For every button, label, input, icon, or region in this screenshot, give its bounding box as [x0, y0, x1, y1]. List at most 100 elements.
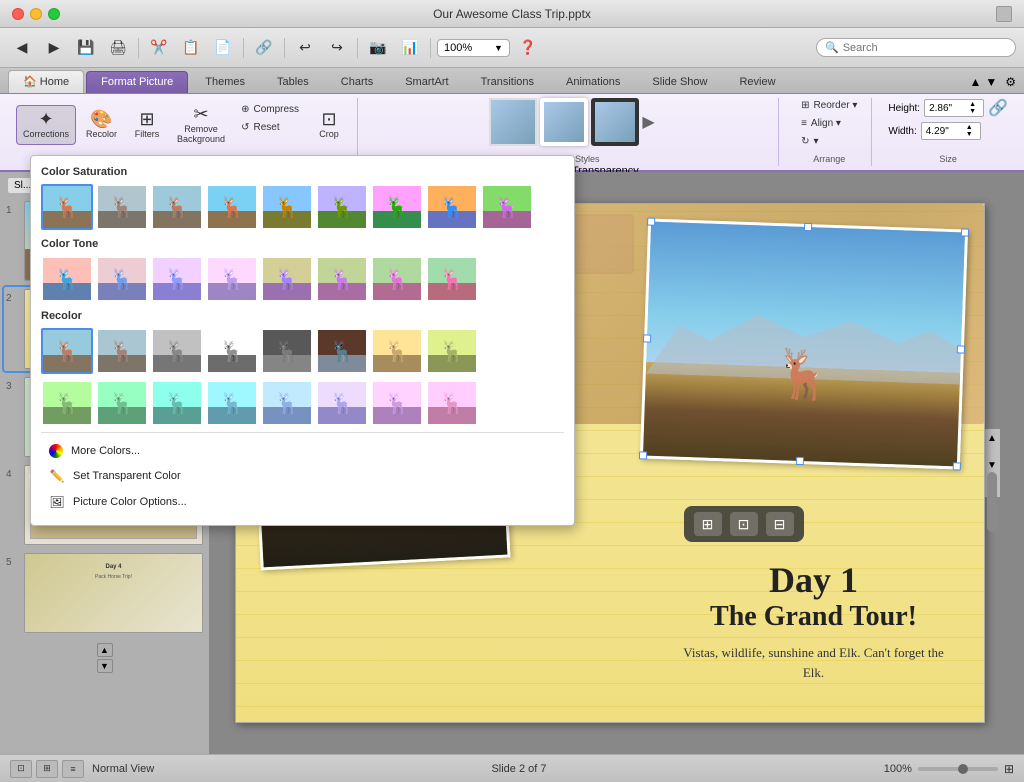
zoom-slider[interactable] [918, 767, 998, 771]
rotate-button[interactable]: ↻ ▾ [795, 134, 863, 149]
toolbar-btn-chart[interactable]: 📊 [396, 34, 424, 62]
tone-swatch-2[interactable]: 🦌 [96, 256, 148, 302]
handle-tm[interactable] [803, 223, 811, 231]
tab-tables[interactable]: Tables [262, 71, 324, 93]
recolor-swatch-3[interactable]: 🦌 [151, 328, 203, 374]
float-btn-2[interactable]: ⊡ [730, 512, 758, 536]
style-swatch-3[interactable] [591, 98, 639, 146]
height-down[interactable]: ▼ [969, 108, 976, 115]
tab-scroll-left[interactable]: ▲ [969, 75, 981, 89]
width-down[interactable]: ▼ [966, 131, 973, 138]
recolor-swatch-10[interactable]: 🦌 [96, 380, 148, 426]
zoom-dropdown-icon[interactable]: ▼ [494, 43, 503, 53]
toolbar-btn-undo[interactable]: ↩ [291, 34, 319, 62]
handle-tl[interactable] [647, 217, 655, 225]
close-button[interactable] [12, 8, 24, 20]
minimize-button[interactable] [30, 8, 42, 20]
tone-swatch-8[interactable]: 🦌 [426, 256, 478, 302]
handle-ml[interactable] [642, 334, 650, 342]
styles-more-icon[interactable]: ▶ [642, 112, 654, 132]
remove-bg-button[interactable]: ✂ RemoveBackground [171, 101, 231, 149]
toolbar-btn-fwd[interactable]: ▶ [40, 34, 68, 62]
tab-options[interactable]: ⚙ [1005, 75, 1016, 89]
grid-view-btn[interactable]: ⊞ [36, 760, 58, 778]
toolbar-btn-redo[interactable]: ↪ [323, 34, 351, 62]
float-btn-3[interactable]: ⊟ [766, 512, 794, 536]
height-input[interactable] [929, 103, 969, 114]
tab-charts[interactable]: Charts [326, 71, 388, 93]
outline-view-btn[interactable]: ≡ [62, 760, 84, 778]
tone-swatch-5[interactable]: 🦌 [261, 256, 313, 302]
zoom-input[interactable] [444, 42, 494, 54]
toolbar-btn-print[interactable]: 🖨 [104, 34, 132, 62]
toolbar-btn-link[interactable]: 🔗 [250, 34, 278, 62]
recolor-swatch-4[interactable]: 🦌 [206, 328, 258, 374]
toolbar-btn-paste[interactable]: 📄 [209, 34, 237, 62]
sat-swatch-3[interactable]: 🦌 [206, 184, 258, 230]
toolbar-btn-cut[interactable]: ✂️ [145, 34, 173, 62]
tone-swatch-6[interactable]: 🦌 [316, 256, 368, 302]
handle-bl[interactable] [638, 451, 646, 459]
scrollbar-thumb[interactable] [987, 472, 997, 532]
slide-photo-main[interactable]: 🦌 [639, 218, 967, 469]
recolor-swatch-14[interactable]: 🦌 [316, 380, 368, 426]
tone-swatch-1[interactable]: 🦌 [41, 256, 93, 302]
tone-swatch-4[interactable]: 🦌 [206, 256, 258, 302]
recolor-swatch-16[interactable]: 🦌 [426, 380, 478, 426]
handle-mr[interactable] [956, 345, 964, 353]
style-swatch-2[interactable] [540, 98, 588, 146]
crop-button[interactable]: ⊡ Crop [309, 106, 349, 144]
sat-swatch-0[interactable]: 🦌 [41, 184, 93, 230]
tab-format-picture[interactable]: Format Picture [86, 71, 188, 93]
corrections-button[interactable]: ✦ Corrections [16, 105, 76, 145]
tab-animations[interactable]: Animations [551, 71, 635, 93]
toolbar-btn-camera[interactable]: 📷 [364, 34, 392, 62]
aspect-lock-icon[interactable]: 🔗 [988, 98, 1008, 118]
tab-review[interactable]: Review [724, 71, 790, 93]
search-input[interactable] [843, 42, 1007, 54]
width-input[interactable] [926, 126, 966, 137]
recolor-swatch-8[interactable]: 🦌 [426, 328, 478, 374]
handle-br[interactable] [952, 462, 960, 470]
normal-view-btn[interactable]: ⊡ [10, 760, 32, 778]
sat-swatch-5[interactable]: 🦌 [316, 184, 368, 230]
fit-btn[interactable]: ⊞ [1004, 762, 1014, 776]
tab-transitions[interactable]: Transitions [466, 71, 549, 93]
recolor-swatch-11[interactable]: 🦌 [151, 380, 203, 426]
sat-swatch-7[interactable]: 🦌 [426, 184, 478, 230]
compress-button[interactable]: ⊕ Compress [235, 102, 305, 117]
tab-slideshow[interactable]: Slide Show [637, 71, 722, 93]
tab-scroll-right[interactable]: ▼ [985, 75, 997, 89]
recolor-swatch-15[interactable]: 🦌 [371, 380, 423, 426]
picture-color-options-item[interactable]: 🖼 Picture Color Options... [41, 489, 564, 515]
filters-button[interactable]: ⊞ Filters [127, 106, 167, 144]
tab-themes[interactable]: Themes [190, 71, 260, 93]
panel-scroll-up[interactable]: ▲ [97, 643, 113, 657]
height-up[interactable]: ▲ [969, 101, 976, 108]
set-transparent-item[interactable]: ✏️ Set Transparent Color [41, 463, 564, 489]
toolbar-btn-copy[interactable]: 📋 [177, 34, 205, 62]
float-btn-1[interactable]: ⊞ [694, 512, 722, 536]
tab-home[interactable]: 🏠 Home [8, 70, 84, 93]
sat-swatch-4[interactable]: 🦌 [261, 184, 313, 230]
handle-bm[interactable] [795, 457, 803, 465]
tone-swatch-7[interactable]: 🦌 [371, 256, 423, 302]
recolor-swatch-7[interactable]: 🦌 [371, 328, 423, 374]
recolor-swatch-12[interactable]: 🦌 [206, 380, 258, 426]
zoom-slider-thumb[interactable] [958, 764, 968, 774]
style-swatch-1[interactable] [489, 98, 537, 146]
maximize-button[interactable] [48, 8, 60, 20]
reset-button[interactable]: ↺ Reset [235, 120, 305, 135]
panel-scroll-down[interactable]: ▼ [97, 659, 113, 673]
recolor-swatch-13[interactable]: 🦌 [261, 380, 313, 426]
tone-swatch-3[interactable]: 🦌 [151, 256, 203, 302]
toolbar-btn-back[interactable]: ◀ [8, 34, 36, 62]
recolor-swatch-2[interactable]: 🦌 [96, 328, 148, 374]
sat-swatch-2[interactable]: 🦌 [151, 184, 203, 230]
align-button[interactable]: ≡ Align ▾ [795, 116, 863, 131]
scroll-up-btn[interactable]: ▲ [983, 429, 1001, 448]
recolor-button[interactable]: 🎨 Recolor [80, 106, 123, 144]
sat-swatch-8[interactable]: 🦌 [481, 184, 533, 230]
recolor-swatch-1[interactable]: 🦌 [41, 328, 93, 374]
tab-smartart[interactable]: SmartArt [390, 71, 463, 93]
